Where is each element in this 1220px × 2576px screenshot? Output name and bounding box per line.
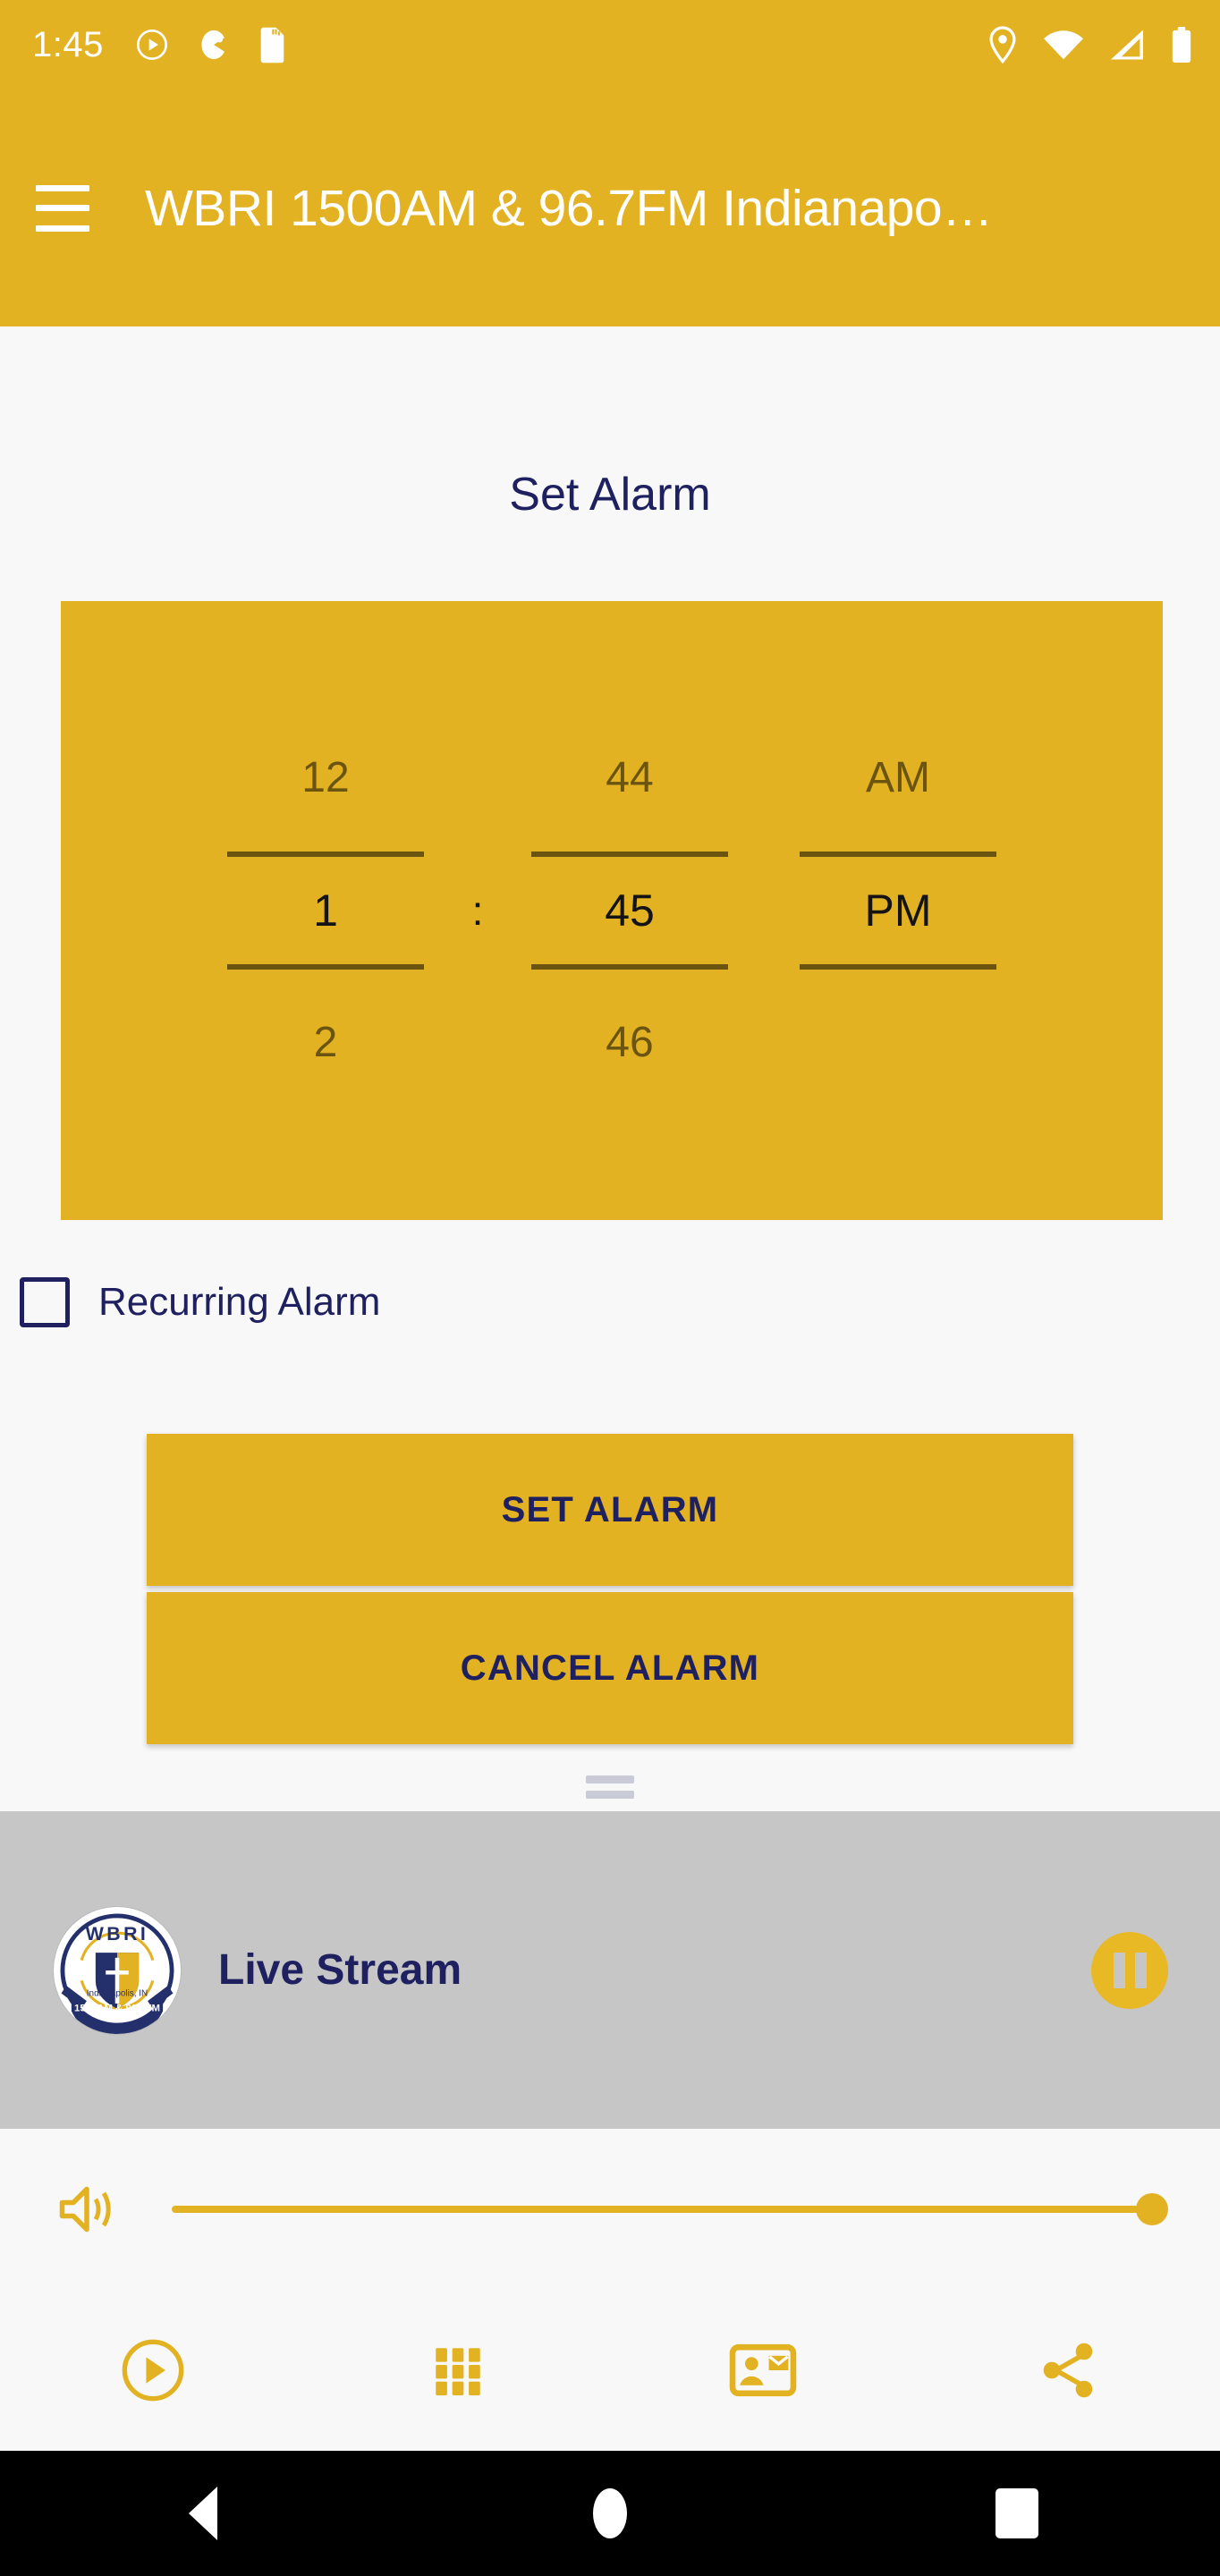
android-navigation-bar [0, 2451, 1220, 2576]
recurring-alarm-checkbox[interactable] [20, 1277, 70, 1327]
grid-apps-icon [435, 2348, 480, 2396]
volume-slider-thumb[interactable] [1136, 2193, 1168, 2225]
meridiem-picker-column[interactable]: AM PM [764, 724, 1032, 1097]
hour-previous-value[interactable]: 12 [191, 724, 460, 832]
back-triangle-icon [189, 2487, 218, 2540]
cancel-alarm-button[interactable]: CANCEL ALARM [147, 1592, 1073, 1744]
meridiem-selected-value[interactable]: PM [764, 857, 1032, 964]
time-picker[interactable]: 12 1 2 . : . 44 45 [61, 601, 1163, 1220]
recurring-alarm-label: Recurring Alarm [98, 1280, 381, 1324]
sd-card-icon [260, 27, 284, 64]
volume-control-row [0, 2129, 1220, 2290]
hamburger-menu-icon[interactable] [36, 184, 89, 232]
svg-text:WBRI: WBRI [86, 1922, 148, 1944]
bottom-navigation [0, 2290, 1220, 2451]
set-alarm-button[interactable]: SET ALARM [147, 1434, 1073, 1586]
battery-icon [1172, 27, 1191, 63]
nav-item-apps-grid[interactable] [305, 2290, 610, 2451]
recurring-alarm-row[interactable]: Recurring Alarm [20, 1277, 380, 1327]
player-bar: WBRI Indianapolis, IN 1500AM & 96.7FM Li… [0, 1811, 1220, 2129]
status-clock: 1:45 [32, 24, 104, 64]
now-playing-title: Live Stream [218, 1946, 462, 1994]
hour-divider-bottom [227, 964, 424, 970]
time-separator: . : . [460, 744, 496, 1077]
pacman-icon [201, 30, 228, 60]
app-bar: WBRI 1500AM & 96.7FM Indianapo… [0, 89, 1220, 326]
status-left-icons [134, 26, 288, 64]
location-pin-icon [989, 26, 1016, 64]
minute-selected-value[interactable]: 45 [496, 857, 764, 964]
wbri-logo-graphic: WBRI Indianapolis, IN 1500AM & 96.7FM [55, 1907, 180, 2034]
nav-item-share[interactable] [915, 2290, 1220, 2451]
hour-picker-column[interactable]: 12 1 2 [191, 724, 460, 1097]
page-title: WBRI 1500AM & 96.7FM Indianapo… [145, 179, 993, 237]
svg-text:1500AM & 96.7FM: 1500AM & 96.7FM [74, 2003, 160, 2013]
status-bar: 1:45 [0, 0, 1220, 89]
minute-previous-value[interactable]: 44 [496, 724, 764, 832]
meridiem-next-value[interactable] [764, 989, 1032, 1097]
android-recents-button[interactable] [813, 2488, 1220, 2538]
player-drag-handle[interactable] [586, 1775, 634, 1799]
minute-next-value[interactable]: 46 [496, 989, 764, 1097]
nav-item-contact[interactable] [610, 2290, 915, 2451]
hour-selected-value[interactable]: 1 [191, 857, 460, 964]
hamburger-bar [36, 225, 89, 232]
meridiem-previous-value[interactable]: AM [764, 724, 1032, 832]
wifi-icon [1044, 30, 1083, 60]
share-icon [1043, 2343, 1092, 2398]
time-picker-columns: 12 1 2 . : . 44 45 [61, 601, 1163, 1220]
drag-handle-bar [586, 1775, 634, 1784]
colon-label: : [471, 887, 484, 934]
pause-icon-bar [1113, 1952, 1125, 1988]
nav-item-player[interactable] [0, 2290, 305, 2451]
meridiem-divider-bottom [800, 964, 996, 970]
hour-next-value[interactable]: 2 [191, 989, 460, 1097]
recents-square-icon [995, 2488, 1038, 2538]
drag-handle-bar [586, 1791, 634, 1799]
app-screen: 1:45 WBRI 1500AM & 96.7FM Indianapo… Set… [0, 0, 1220, 2576]
play-circle-icon [122, 2339, 183, 2402]
main-content: Set Alarm 12 1 2 . : . [0, 326, 1220, 1811]
contact-card-icon [729, 2343, 796, 2397]
volume-slider[interactable] [172, 2193, 1168, 2225]
status-right-icons [987, 26, 1193, 64]
pause-icon-bar [1134, 1952, 1147, 1988]
hamburger-bar [36, 205, 89, 211]
hamburger-bar [36, 184, 89, 191]
play-circle-icon [136, 30, 167, 60]
svg-text:Indianapolis, IN: Indianapolis, IN [87, 1988, 148, 1998]
volume-up-icon[interactable] [55, 2182, 118, 2237]
pause-button[interactable] [1091, 1931, 1168, 2009]
home-circle-icon [593, 2488, 627, 2538]
android-back-button[interactable] [0, 2487, 407, 2540]
minute-picker-column[interactable]: 44 45 46 [496, 724, 764, 1097]
minute-divider-bottom [531, 964, 728, 970]
cell-signal-icon [1111, 30, 1143, 60]
station-logo: WBRI Indianapolis, IN 1500AM & 96.7FM [54, 1906, 181, 2034]
android-home-button[interactable] [407, 2488, 814, 2538]
section-title: Set Alarm [509, 469, 711, 521]
